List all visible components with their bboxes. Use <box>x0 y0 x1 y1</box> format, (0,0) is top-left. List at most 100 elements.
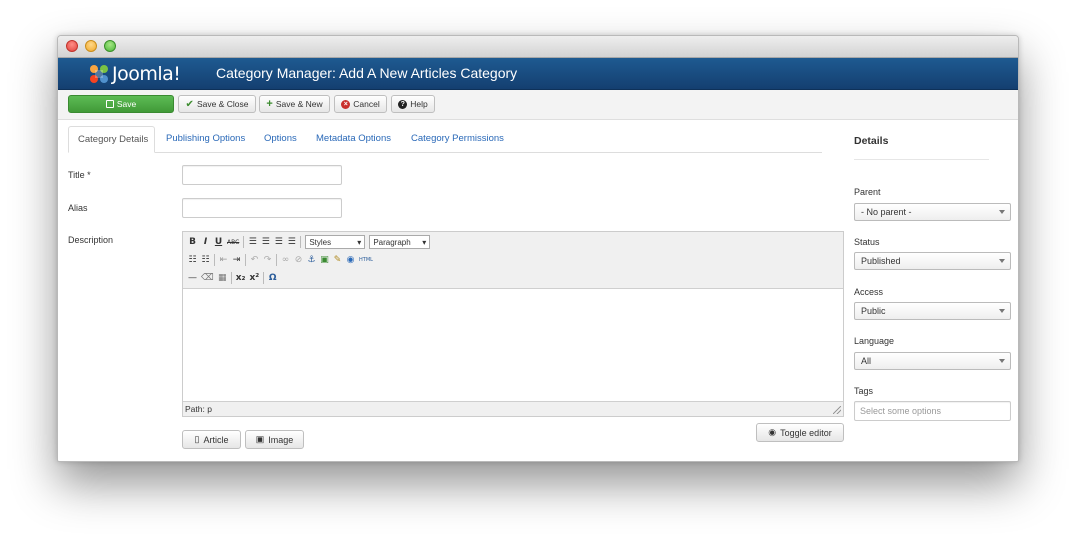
editor-toolbar-row-2: ☷ ☷ ⇤ ⇥ ↶ ↷ ∞ ⊘ ⚓ ▣ ✎ ◉ HTML <box>188 252 373 268</box>
remove-format-icon[interactable]: ⌫ <box>201 273 214 283</box>
parent-select[interactable]: - No parent - <box>854 203 1011 221</box>
toolbar-divider <box>300 236 302 248</box>
bullet-list-icon[interactable]: ☷ <box>188 255 197 265</box>
status-select[interactable]: Published <box>854 252 1011 270</box>
zoom-window-button[interactable] <box>104 40 116 52</box>
save-icon <box>105 100 114 108</box>
file-icon: ▯ <box>194 434 200 444</box>
description-editor: B I U ABC ☰ ☰ ☰ ☰ Styles ▾ Paragraph ▾ ☷… <box>182 231 844 417</box>
editor-toolbar-row-3: — ⌫ ▦ x₂ x² Ω <box>188 270 277 286</box>
save-close-button[interactable]: ✔ Save & Close <box>178 95 256 113</box>
chevron-down-icon: ▾ <box>422 237 427 247</box>
window-titlebar <box>58 36 1018 58</box>
special-character-icon[interactable]: Ω <box>268 273 277 283</box>
close-window-button[interactable] <box>66 40 78 52</box>
admin-header: Joomla! Category Manager: Add A New Arti… <box>58 58 1018 90</box>
bold-button[interactable]: B <box>188 237 197 247</box>
horizontal-rule-icon[interactable]: — <box>188 273 197 283</box>
save-new-label: Save & New <box>275 99 323 109</box>
toolbar-divider <box>263 272 265 284</box>
toggle-editor-label: Toggle editor <box>780 427 832 438</box>
joomla-logo[interactable]: Joomla! <box>88 60 181 87</box>
language-label: Language <box>854 336 895 346</box>
editor-status-bar: Path: p <box>183 401 843 416</box>
undo-icon[interactable]: ↶ <box>250 255 259 265</box>
help-label: Help <box>410 99 428 109</box>
editor-content-area[interactable] <box>183 289 843 402</box>
insert-image-icon[interactable]: ▣ <box>320 255 329 265</box>
details-heading: Details <box>854 135 889 147</box>
html-source-button[interactable]: HTML <box>359 257 373 263</box>
chevron-down-icon <box>999 309 1005 313</box>
align-right-icon[interactable]: ☰ <box>274 237 283 247</box>
chevron-down-icon: ▾ <box>357 237 362 247</box>
underline-button[interactable]: U <box>214 237 223 247</box>
check-icon: ✔ <box>185 98 194 110</box>
cancel-button[interactable]: × Cancel <box>334 95 387 113</box>
details-divider <box>854 159 989 160</box>
brand-name: Joomla! <box>112 62 181 85</box>
plus-icon: + <box>266 98 273 110</box>
chevron-down-icon <box>999 210 1005 214</box>
save-close-label: Save & Close <box>196 99 249 109</box>
italic-button[interactable]: I <box>201 237 210 247</box>
alias-input[interactable] <box>182 198 342 218</box>
tags-label: Tags <box>854 386 874 396</box>
tab-bar: Category Details Publishing Options Opti… <box>68 126 822 153</box>
tab-category-details[interactable]: Category Details <box>68 126 155 153</box>
strikethrough-button[interactable]: ABC <box>227 239 239 246</box>
editor-toolbar: B I U ABC ☰ ☰ ☰ ☰ Styles ▾ Paragraph ▾ ☷… <box>183 232 843 289</box>
minimize-window-button[interactable] <box>85 40 97 52</box>
cleanup-icon[interactable]: ✎ <box>333 255 342 265</box>
align-center-icon[interactable]: ☰ <box>261 237 270 247</box>
language-select[interactable]: All <box>854 352 1011 370</box>
help-icon[interactable]: ◉ <box>346 255 355 265</box>
outdent-icon[interactable]: ⇤ <box>219 255 228 265</box>
insert-article-button[interactable]: ▯ Article <box>182 430 241 449</box>
unlink-icon[interactable]: ⊘ <box>294 255 303 265</box>
chevron-down-icon <box>999 359 1005 363</box>
superscript-icon[interactable]: x² <box>249 273 259 283</box>
toolbar-divider <box>214 254 215 266</box>
help-button[interactable]: ? Help <box>391 95 435 113</box>
link-icon[interactable]: ∞ <box>281 255 290 265</box>
tab-category-permissions[interactable]: Category Permissions <box>411 126 504 152</box>
cancel-icon: × <box>341 99 351 109</box>
access-select[interactable]: Public <box>854 302 1011 320</box>
redo-icon[interactable]: ↷ <box>263 255 272 265</box>
align-justify-icon[interactable]: ☰ <box>287 237 296 247</box>
title-input[interactable] <box>182 165 342 185</box>
alias-label: Alias <box>68 203 88 213</box>
language-select-value: All <box>861 356 872 366</box>
browser-window: Joomla! Category Manager: Add A New Arti… <box>57 35 1019 462</box>
styles-select[interactable]: Styles ▾ <box>305 235 366 249</box>
chevron-down-icon <box>999 259 1005 263</box>
tab-metadata-options[interactable]: Metadata Options <box>316 126 391 152</box>
editor-path: Path: p <box>185 404 212 414</box>
toggle-editor-button[interactable]: ◉ Toggle editor <box>756 423 844 442</box>
cancel-label: Cancel <box>353 99 380 109</box>
save-button[interactable]: Save <box>68 95 174 113</box>
insert-image-button[interactable]: ▣ Image <box>245 430 304 449</box>
indent-icon[interactable]: ⇥ <box>232 255 241 265</box>
eye-icon: ◉ <box>768 427 777 437</box>
align-left-icon[interactable]: ☰ <box>248 237 257 247</box>
tab-publishing-options[interactable]: Publishing Options <box>166 126 245 152</box>
subscript-icon[interactable]: x₂ <box>236 273 246 283</box>
format-select-value: Paragraph <box>373 237 411 247</box>
numbered-list-icon[interactable]: ☷ <box>201 255 210 265</box>
action-toolbar: Save ✔ Save & Close + Save & New × Cance… <box>58 90 1018 120</box>
joomla-logo-icon <box>90 64 108 83</box>
anchor-icon[interactable]: ⚓ <box>307 255 316 265</box>
table-icon[interactable]: ▦ <box>218 273 227 283</box>
status-select-value: Published <box>861 256 901 266</box>
resize-handle-icon[interactable] <box>833 406 841 414</box>
parent-select-value: - No parent - <box>861 207 912 217</box>
format-select[interactable]: Paragraph ▾ <box>369 235 431 249</box>
toolbar-divider <box>243 236 245 248</box>
tags-input[interactable]: Select some options <box>854 401 1011 421</box>
page-title: Category Manager: Add A New Articles Cat… <box>216 65 518 81</box>
save-new-button[interactable]: + Save & New <box>259 95 330 113</box>
editor-toolbar-row-1: B I U ABC ☰ ☰ ☰ ☰ Styles ▾ Paragraph ▾ <box>188 234 431 250</box>
tab-options[interactable]: Options <box>264 126 297 152</box>
